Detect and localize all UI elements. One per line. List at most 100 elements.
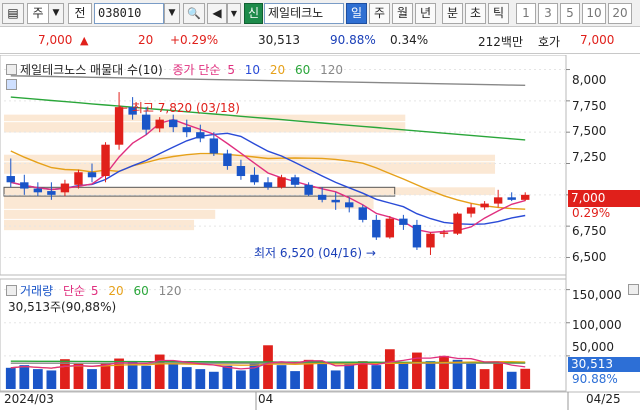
volume-bar [195,369,206,389]
volume-bar [263,345,273,389]
candle [399,218,408,225]
volume-scroll-icon[interactable] [628,284,639,295]
volume-bar [32,369,43,389]
volume-bar [181,367,192,389]
volume-bar [236,370,246,389]
candle [60,183,70,193]
candle [47,191,56,195]
candle [358,207,367,220]
interval-5[interactable]: 5 [560,3,580,24]
volume-bar [168,362,179,389]
date-label: 2024/03 [4,392,54,406]
legend-toggle-icon[interactable] [6,64,17,75]
candle [263,182,273,188]
current-volume-pct: 90.88% [572,372,618,386]
market-dropdown-icon[interactable]: ▼ [48,3,64,24]
volume-toggle-icon[interactable] [6,285,17,296]
volume-bar [330,370,341,389]
chart-window: ▤ 주 ▼ 전 038010 ▼ 🔍 ◀ ▼ 신 제일테크노 일 주 월 년 분… [0,0,640,410]
date-label: 04 [258,392,274,406]
stock-name-field[interactable]: 제일테크노 [264,3,344,24]
turnover-rate: 0.34% [390,33,429,47]
volume-bar [493,361,504,389]
ma120-label: 120 [320,63,344,77]
price-volume-chart[interactable] [0,55,640,410]
volume-bar [439,355,449,389]
candle [453,213,462,234]
stock-code-input[interactable]: 038010 [94,3,164,24]
ask-price: 7,000 [580,33,615,47]
volume-bar [520,368,531,389]
candle [223,153,232,167]
candle [74,172,83,185]
candle [317,194,327,200]
candle [250,174,259,183]
candle [277,177,286,188]
up-arrow-icon: ▲ [80,34,89,47]
candle [169,119,178,128]
volume-bar [357,361,368,389]
candle [439,232,449,234]
quote-bar: 7,000 ▲ 20 +0.29% 30,513 90.88% 0.34% 21… [0,28,640,54]
low-arrow-icon: → [365,246,376,260]
vol-ma60-label: 60 [133,284,149,298]
period-tick[interactable]: 틱 [488,3,509,24]
volume-bar [46,370,57,389]
menu-button[interactable]: ▤ [2,3,24,24]
volume-bar [384,349,395,389]
volume-bar [317,362,328,389]
supply-zone [4,209,216,219]
price-tick: 6,750 [572,224,607,238]
ma60-label: 60 [295,63,311,77]
type-select[interactable]: 전 [68,3,92,24]
volume-value: 30,513 [258,33,300,47]
interval-10[interactable]: 10 [582,3,606,24]
current-price-tag: 7,000 [568,190,640,207]
candle [236,166,246,177]
ask-label: 호가 [538,35,561,49]
volume-bar [87,369,97,389]
chart-title: 제일테크노스 매물대 수(10) [20,63,163,77]
ma10-label: 10 [244,63,261,77]
candle [304,184,313,195]
candle [507,197,516,200]
candle [101,144,110,177]
credit-badge[interactable]: 신 [244,3,263,24]
code-dropdown-icon[interactable]: ▼ [164,3,180,24]
price-tick: 6,500 [572,250,607,264]
period-second[interactable]: 초 [465,3,486,24]
sound-icon[interactable]: ◀ [207,3,227,24]
candle [141,114,151,130]
high-text: 최고 7,820 (03/18) [131,101,240,115]
volume-legend: 거래량 단순 5 20 60 120 [20,282,181,299]
vol-ma120-label: 120 [158,284,182,298]
candle [182,127,191,133]
volume-bar [506,371,517,389]
search-icon[interactable]: 🔍 [183,3,205,24]
high-arrow-icon: ← [118,101,129,115]
period-minute[interactable]: 분 [442,3,463,24]
candle [87,172,97,178]
volume-label: 거래량 [20,284,54,298]
interval-20[interactable]: 20 [608,3,632,24]
volume-ratio: 90.88% [330,33,376,47]
sound-dropdown-icon[interactable]: ▼ [227,3,241,24]
volume-bar [222,365,233,389]
volume-bar [290,371,300,389]
interval-1[interactable]: 1 [516,3,536,24]
period-monthly[interactable]: 월 [392,3,413,24]
supply-zone [4,219,195,231]
high-annotation: ← 최고 7,820 (03/18) [118,99,240,116]
period-weekly[interactable]: 주 [369,3,390,24]
price-change: 20 [138,33,154,47]
period-daily[interactable]: 일 [346,3,367,24]
chart-settings-icon[interactable] [6,79,17,90]
market-select[interactable]: 주 [27,3,49,24]
current-pct-tag: 0.29% [572,206,611,220]
interval-3[interactable]: 3 [538,3,558,24]
period-yearly[interactable]: 년 [415,3,436,24]
price-change-pct: +0.29% [170,33,219,47]
candle [331,199,340,203]
volume-bar [154,354,165,389]
price-tick: 7,500 [572,124,607,138]
